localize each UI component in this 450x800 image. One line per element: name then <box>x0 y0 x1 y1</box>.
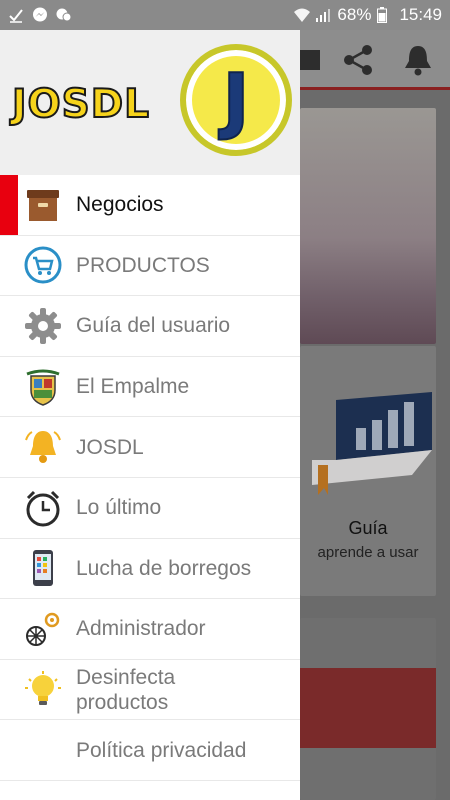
lightbulb-icon <box>24 670 62 709</box>
system-status: 68% 15:49 <box>293 5 442 25</box>
menu-item-politica-privacidad[interactable]: Política privacidad <box>0 720 300 781</box>
menu-item-label: Guía del usuario <box>76 314 231 338</box>
archive-box-icon <box>24 186 62 224</box>
alarm-clock-icon <box>24 489 62 527</box>
dessert-image-card[interactable] <box>300 108 436 344</box>
menu-item-administrador[interactable]: Administrador <box>0 599 300 660</box>
menu-item-productos[interactable]: PRODUCTOS <box>0 236 300 297</box>
smartphone-apps-icon <box>24 549 62 587</box>
promo-image-card[interactable] <box>300 618 436 800</box>
menu-item-label: Política privacidad <box>76 738 247 762</box>
menu-item-label: El Empalme <box>76 375 190 399</box>
menu-item-label: Lucha de borregos <box>76 556 252 580</box>
menu-item-label: Negocios <box>76 193 164 217</box>
notification-icons <box>8 7 72 23</box>
battery-icon <box>377 7 393 23</box>
notifications-bell-icon[interactable] <box>400 42 436 78</box>
menu-item-label: PRODUCTOS <box>76 253 210 277</box>
menu-item-label: JOSDL <box>76 435 144 459</box>
messenger-icon <box>32 7 48 23</box>
drawer-menu: Negocios PRODUCTOS Guía del usuario El E… <box>0 175 300 781</box>
clock-time: 15:49 <box>399 5 442 24</box>
chat-bubbles-icon <box>56 7 72 23</box>
guide-card-subtitle: aprende a usar <box>317 544 419 561</box>
signal-icon <box>315 7 331 23</box>
promo-banner <box>300 668 436 748</box>
check-notification-icon <box>8 7 24 23</box>
battery-percentage: 68% <box>337 5 372 24</box>
menu-item-desinfecta-productos[interactable]: Desinfecta productos <box>0 660 300 721</box>
menu-item-guia-usuario[interactable]: Guía del usuario <box>0 296 300 357</box>
wifi-icon <box>293 7 311 23</box>
coat-of-arms-icon <box>24 368 62 406</box>
menu-item-el-empalme[interactable]: El Empalme <box>0 357 300 418</box>
status-bar: 68% 15:49 <box>0 0 450 30</box>
guide-card-title: Guía <box>348 518 388 538</box>
menu-item-label: Lo último <box>76 496 162 520</box>
navigation-drawer[interactable]: JOSDL J Negocios PRODUCTOS Guía del usua… <box>0 30 300 800</box>
menu-item-label: Administrador <box>76 617 206 641</box>
shopping-cart-icon <box>24 246 62 284</box>
bell-icon <box>24 428 62 466</box>
menu-item-label: Desinfecta productos <box>76 665 176 714</box>
brand-logo-text: JOSDL <box>11 81 150 128</box>
drawer-header: JOSDL J <box>0 30 300 175</box>
gear-icon <box>24 307 62 345</box>
menu-item-negocios[interactable]: Negocios <box>0 175 300 236</box>
book-chart-icon <box>312 392 432 495</box>
logo-badge-letter: J <box>222 57 251 143</box>
brand-logo-badge: J <box>180 44 292 156</box>
share-icon[interactable] <box>340 42 376 78</box>
menu-item-lucha-borregos[interactable]: Lucha de borregos <box>0 539 300 600</box>
menu-item-lo-ultimo[interactable]: Lo último <box>0 478 300 539</box>
admin-gears-icon <box>24 610 62 648</box>
menu-item-josdl[interactable]: JOSDL <box>0 417 300 478</box>
guide-card[interactable]: Guía aprende a usar <box>300 346 436 596</box>
